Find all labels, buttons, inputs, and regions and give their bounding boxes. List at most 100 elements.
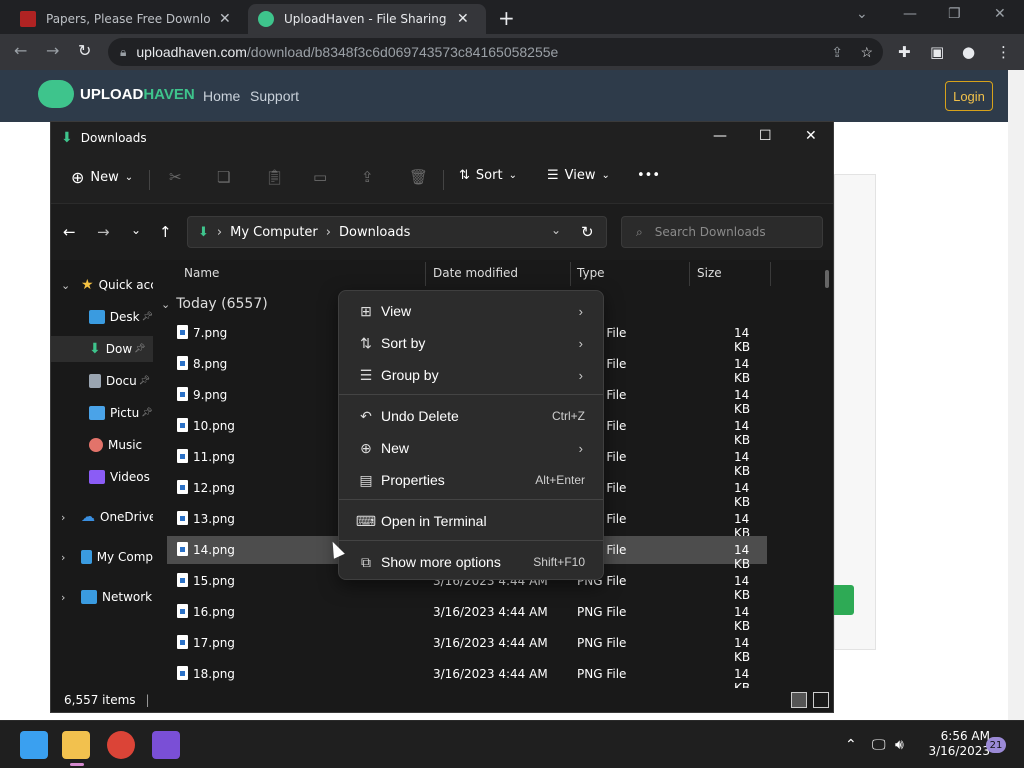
- nav-my-computer[interactable]: › My Comp: [51, 544, 153, 570]
- visual-studio-taskbar-icon[interactable]: [152, 731, 180, 759]
- chrome-menu-icon[interactable]: ⋮: [996, 43, 1011, 61]
- menu-item-view[interactable]: ⊞ View ›: [343, 296, 599, 326]
- menu-item-properties[interactable]: ▤ Properties Alt+Enter: [343, 465, 599, 495]
- notification-badge[interactable]: 21: [986, 737, 1006, 753]
- forward-icon[interactable]: →: [97, 223, 110, 241]
- column-divider[interactable]: [770, 262, 771, 286]
- menu-label: New: [381, 440, 410, 456]
- paste-icon[interactable]: 📋︎: [265, 168, 284, 186]
- close-icon[interactable]: ✕: [805, 128, 817, 144]
- nav-desktop[interactable]: Desk 📌︎: [51, 304, 153, 330]
- column-header-size[interactable]: Size: [697, 266, 722, 280]
- close-tab-icon[interactable]: ✕: [219, 11, 231, 27]
- nav-documents[interactable]: Docu 📌︎: [51, 368, 153, 394]
- network-status-icon[interactable]: 🖵︎: [872, 737, 886, 753]
- nav-downloads[interactable]: ⬇ Dow 📌︎: [51, 336, 153, 362]
- share-icon[interactable]: ⇪: [831, 44, 843, 61]
- new-button[interactable]: ⊕ New ⌄: [71, 168, 133, 187]
- uploadhaven-logo[interactable]: UPLOAD HAVEN: [38, 80, 195, 108]
- tab-uploadhaven[interactable]: UploadHaven - File Sharing Made ✕: [248, 4, 486, 34]
- nav-onedrive[interactable]: › ☁ OneDrive: [51, 504, 153, 530]
- menu-item-undo-delete[interactable]: ↶ Undo Delete Ctrl+Z: [343, 401, 599, 431]
- file-row[interactable]: 16.png 3/16/2023 4:44 AM PNG File 14 KB: [167, 598, 767, 633]
- see-more-icon[interactable]: •••: [637, 168, 660, 183]
- column-divider[interactable]: [570, 262, 571, 286]
- forward-icon[interactable]: →: [46, 41, 59, 60]
- new-tab-icon[interactable]: +: [498, 6, 515, 30]
- breadcrumb-my-computer[interactable]: My Computer: [230, 225, 318, 240]
- group-header-today[interactable]: ⌄ Today (6557): [161, 296, 268, 312]
- scrollbar-thumb[interactable]: [1012, 78, 1020, 728]
- undo-icon: ↶: [360, 407, 372, 424]
- nav-support-link[interactable]: Support: [250, 88, 299, 104]
- reload-icon[interactable]: ↻: [78, 41, 91, 60]
- chrome-taskbar-icon[interactable]: [107, 731, 135, 759]
- search-input[interactable]: ⌕ Search Downloads: [621, 216, 823, 248]
- view-button[interactable]: ☰ View ⌄: [547, 168, 610, 183]
- login-button[interactable]: Login: [945, 81, 993, 111]
- breadcrumb-downloads[interactable]: Downloads: [339, 225, 410, 240]
- address-history-chevron-icon[interactable]: ⌄: [551, 223, 561, 237]
- expand-chevron-icon[interactable]: ⌄: [61, 279, 70, 292]
- nav-music[interactable]: Music: [51, 432, 153, 458]
- nav-quick-access[interactable]: ⌄ ★ Quick acce: [51, 272, 153, 298]
- file-row[interactable]: 18.png3/16/2023 4:44 AMPNG File14 KB: [167, 660, 767, 695]
- column-divider[interactable]: [425, 262, 426, 286]
- back-icon[interactable]: ←: [63, 223, 76, 241]
- menu-item-sort-by[interactable]: ⇅ Sort by ›: [343, 328, 599, 358]
- menu-item-show-more-options[interactable]: ⧉ Show more options Shift+F10: [343, 547, 599, 577]
- address-breadcrumb[interactable]: ⬇ › My Computer › Downloads: [187, 216, 607, 248]
- large-icons-view-icon[interactable]: [813, 692, 829, 708]
- maximize-icon[interactable]: ☐: [759, 128, 772, 144]
- side-panel-icon[interactable]: ▣: [930, 43, 944, 61]
- start-button-windows-icon[interactable]: [20, 731, 48, 759]
- bookmark-star-icon[interactable]: ☆: [860, 44, 873, 61]
- show-hidden-icons-chevron-icon[interactable]: ⌃: [845, 737, 857, 753]
- cut-icon[interactable]: ✂: [169, 168, 182, 186]
- address-bar[interactable]: 🔒︎ uploadhaven.com/download/b8348f3c6d06…: [108, 38, 883, 66]
- menu-item-group-by[interactable]: ☰ Group by ›: [343, 360, 599, 390]
- details-view-icon[interactable]: [791, 692, 807, 708]
- up-icon[interactable]: ↑: [159, 223, 172, 241]
- nav-pictures[interactable]: Pictu 📌︎: [51, 400, 153, 426]
- nav-videos[interactable]: Videos: [51, 464, 153, 490]
- file-list-scrollbar-thumb[interactable]: [825, 270, 829, 288]
- close-tab-icon[interactable]: ✕: [457, 11, 469, 27]
- back-icon[interactable]: ←: [14, 41, 27, 60]
- nav-network[interactable]: › Network: [51, 584, 153, 610]
- tab-search-chevron-icon[interactable]: ⌄: [856, 6, 868, 22]
- rename-icon[interactable]: ▭: [313, 168, 327, 186]
- expand-chevron-icon[interactable]: ›: [61, 591, 65, 604]
- nav-home-link[interactable]: Home: [203, 88, 240, 104]
- search-icon: ⌕: [636, 224, 643, 239]
- column-header-date[interactable]: Date modified: [433, 266, 518, 280]
- share-icon[interactable]: ⇪: [361, 168, 374, 186]
- page-scrollbar[interactable]: [1008, 70, 1024, 720]
- expand-chevron-icon[interactable]: ›: [61, 511, 65, 524]
- tab-papers-please[interactable]: Papers, Please Free Download (v1 ✕: [10, 4, 241, 34]
- file-row[interactable]: 17.png 3/16/2023 4:44 AM PNG File 14 KB: [167, 629, 767, 664]
- delete-icon[interactable]: 🗑︎: [409, 168, 428, 186]
- minimize-icon[interactable]: —: [903, 6, 917, 22]
- recent-locations-chevron-icon[interactable]: ⌄: [131, 223, 141, 237]
- extensions-icon[interactable]: ✚: [898, 43, 911, 61]
- column-header-type[interactable]: Type: [577, 266, 605, 280]
- download-button[interactable]: [834, 585, 854, 615]
- file-name: 11.png: [193, 450, 235, 464]
- minimize-icon[interactable]: —: [713, 128, 727, 144]
- column-divider[interactable]: [689, 262, 690, 286]
- restore-icon[interactable]: ❐: [948, 6, 961, 22]
- system-clock[interactable]: 6:56 AM 3/16/2023: [920, 729, 990, 759]
- profile-avatar-icon[interactable]: ●: [962, 43, 975, 61]
- volume-icon[interactable]: 🔊︎: [895, 737, 904, 753]
- refresh-icon[interactable]: ↻: [581, 223, 594, 241]
- image-file-icon: [177, 480, 188, 494]
- file-explorer-taskbar-icon[interactable]: [62, 731, 90, 759]
- column-header-name[interactable]: Name: [184, 266, 219, 280]
- expand-chevron-icon[interactable]: ›: [61, 551, 65, 564]
- copy-icon[interactable]: ❏: [217, 168, 230, 186]
- sort-button[interactable]: ⇅ Sort ⌄: [459, 168, 517, 183]
- menu-item-new[interactable]: ⊕ New ›: [343, 433, 599, 463]
- menu-item-open-in-terminal[interactable]: ⌨ Open in Terminal: [343, 506, 599, 536]
- close-window-icon[interactable]: ✕: [994, 6, 1006, 22]
